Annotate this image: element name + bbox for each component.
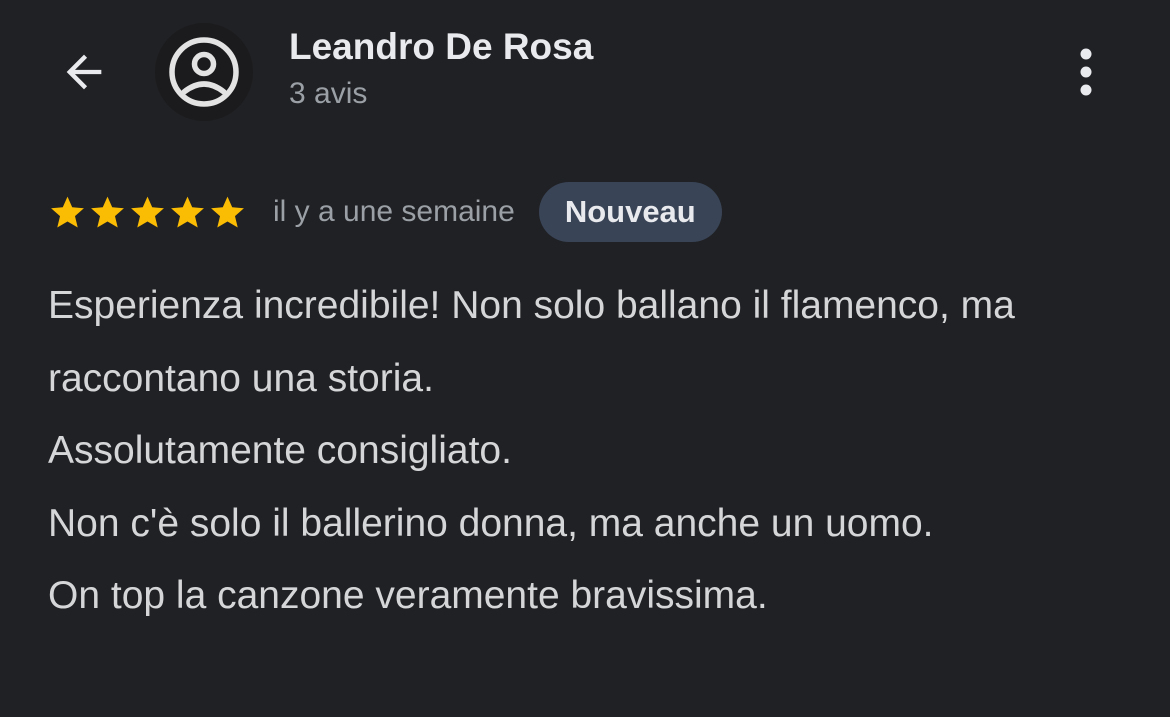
star-icon [171,196,204,227]
more-options-button[interactable] [1060,40,1112,104]
arrow-left-icon [66,54,102,90]
review-paragraph: Non c'è solo il ballerino donna, ma anch… [48,501,934,545]
star-icon [91,196,124,227]
star-rating [48,193,247,232]
review-date: il y a une semaine [273,195,515,228]
review-meta-row: il y a une semaine Nouveau [48,182,722,242]
review-paragraph: Assolutamente consigliato. [48,429,512,472]
review-paragraph: On top la canzone veramente bravissima. [48,574,768,617]
new-badge: Nouveau [538,182,722,242]
account-circle-icon [169,37,239,107]
back-button[interactable] [52,40,116,104]
review-count: 3 avis [289,77,368,110]
more-vert-icon [1080,48,1092,96]
review-paragraph: Esperienza incredibile! Non solo ballano… [48,284,1015,400]
avatar[interactable] [155,23,253,121]
star-icon [211,196,244,227]
star-icon [131,196,164,227]
review-text: Esperienza incredibile! Non solo ballano… [48,270,1128,633]
reviewer-name[interactable]: Leandro De Rosa [289,26,593,68]
star-icon [51,196,84,227]
